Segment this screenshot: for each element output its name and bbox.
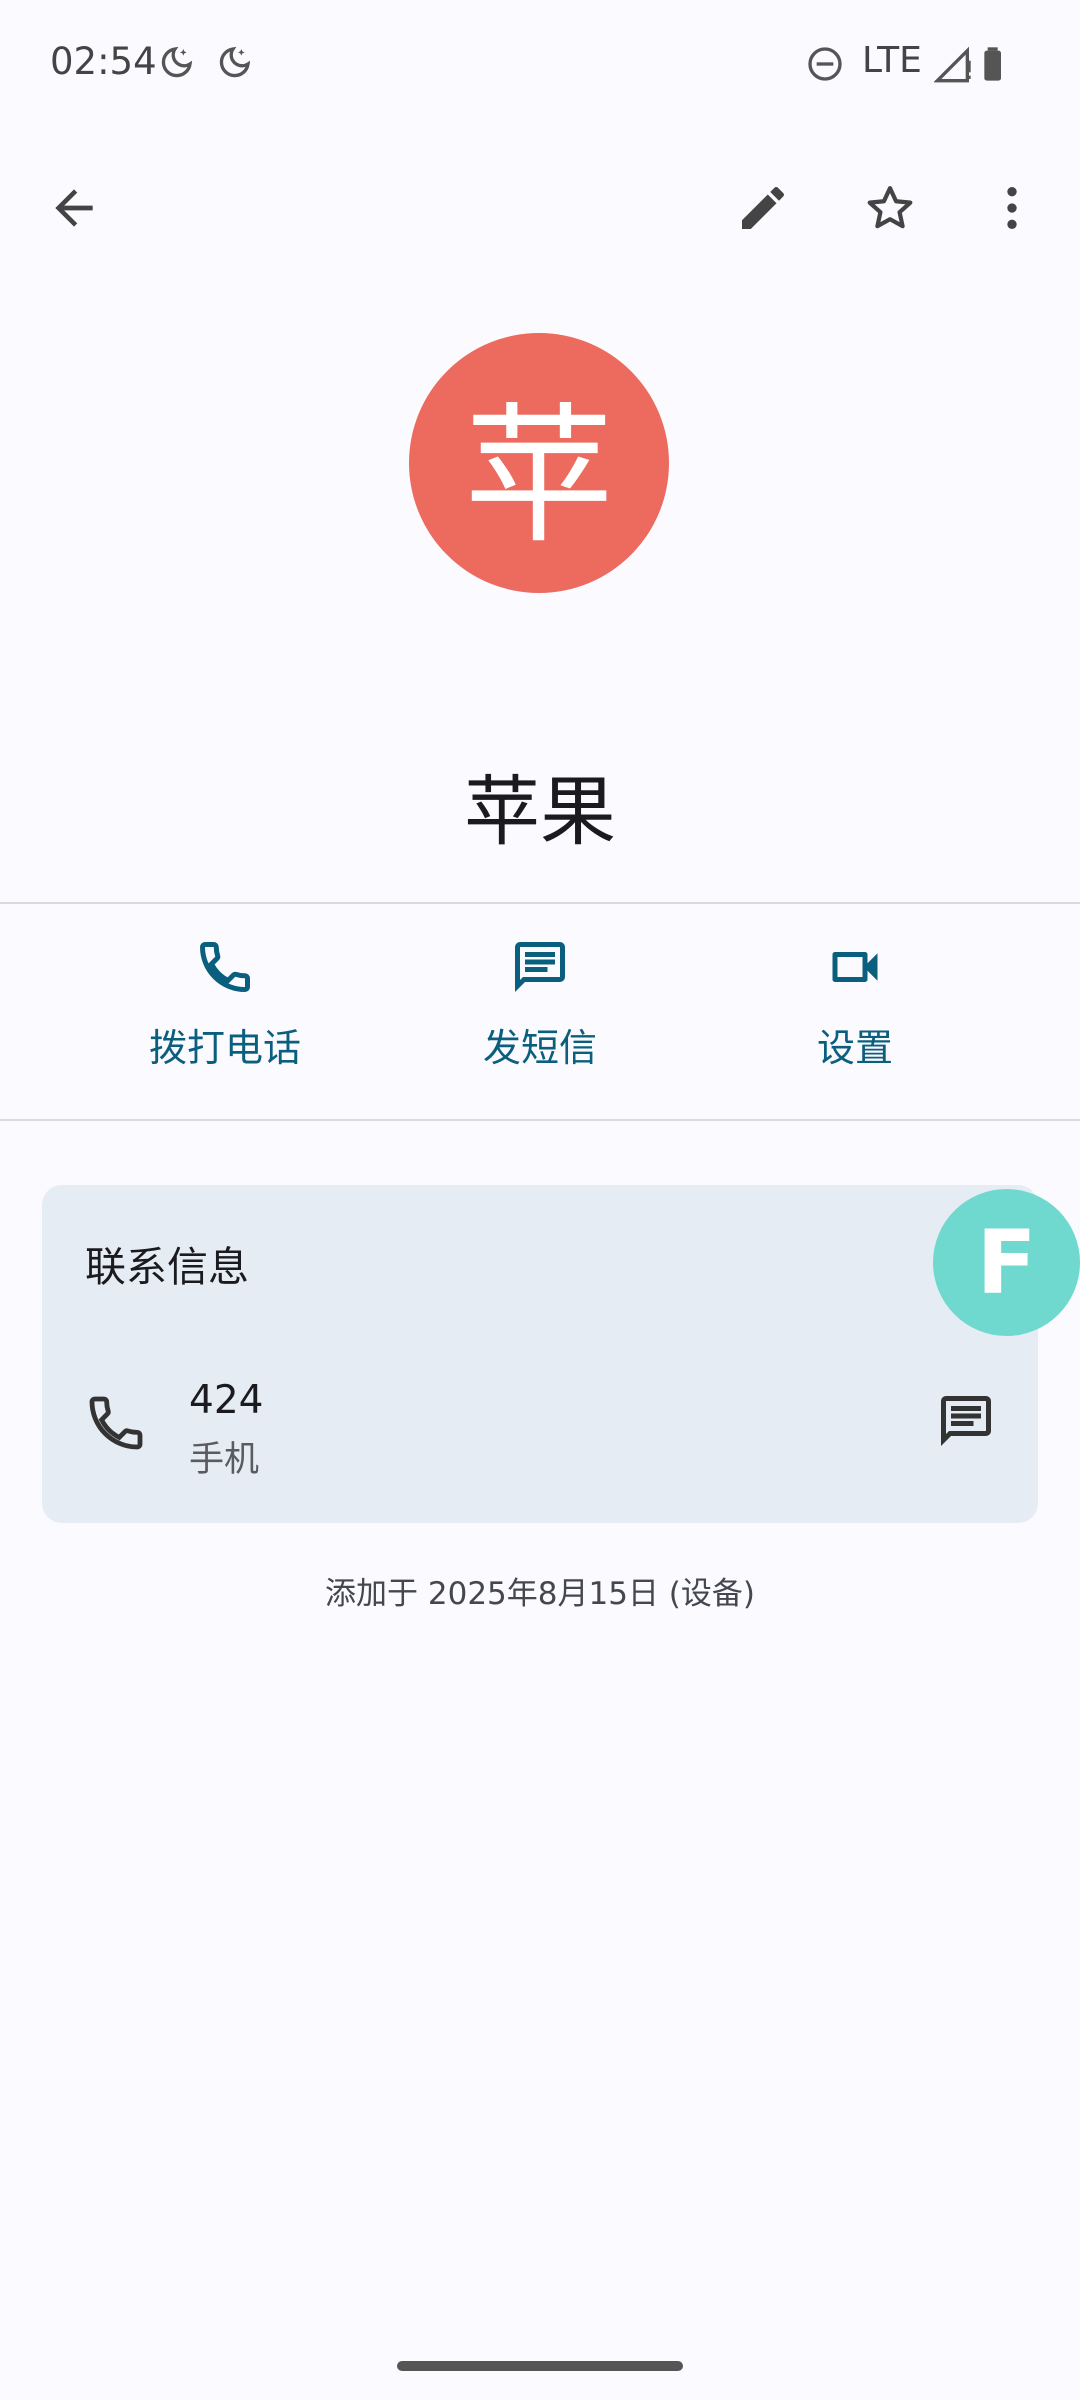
back-arrow-icon [46,180,102,240]
message-icon [508,935,572,999]
floating-bubble-letter: F [976,1211,1037,1314]
edit-button[interactable] [723,170,803,250]
contact-info-card: 联系信息 424 手机 [42,1185,1038,1523]
moon-icon [155,44,195,84]
message-action-label: 发短信 [482,1026,597,1070]
battery-icon [976,44,1016,84]
phone-number: 424 [189,1378,264,1423]
avatar-letter: 苹 [463,389,614,564]
more-options-button[interactable] [972,170,1052,250]
phone-icon [84,1391,148,1455]
more-vert-icon [984,180,1040,240]
call-action-label: 拨打电话 [148,1026,301,1070]
star-icon [862,180,918,240]
phone-type: 手机 [189,1440,260,1480]
contact-name: 苹果 [464,767,616,856]
phone-icon [193,935,257,999]
dnd-icon [805,44,845,84]
back-button[interactable] [34,170,114,250]
home-indicator[interactable] [397,2361,683,2371]
signal-icon [933,44,974,84]
divider [0,902,1080,904]
edit-pencil-icon [735,180,791,240]
contact-detail-screen: 02:54 LTE 苹 苹果 拨打电话 发短信 设置 联系信息 424 手机 添… [0,0,1080,2400]
avatar: 苹 [409,333,669,593]
call-action-button[interactable]: 拨打电话 [105,935,345,1095]
message-action-button[interactable]: 发短信 [420,935,660,1095]
contact-info-title: 联系信息 [85,1243,249,1291]
video-action-button[interactable]: 设置 [735,935,975,1095]
message-icon [936,1391,996,1455]
video-icon [823,935,887,999]
video-action-label: 设置 [816,1026,893,1070]
floating-assistant-bubble[interactable]: F [933,1189,1080,1336]
divider [0,1119,1080,1121]
favorite-button[interactable] [850,170,930,250]
moon-icon [213,44,253,84]
status-bar: 02:54 LTE [0,0,1080,130]
status-time: 02:54 [50,40,157,83]
send-message-button[interactable] [928,1385,1004,1461]
added-date-text: 添加于 2025年8月15日 (设备) [325,1576,755,1612]
network-type: LTE [862,40,922,81]
